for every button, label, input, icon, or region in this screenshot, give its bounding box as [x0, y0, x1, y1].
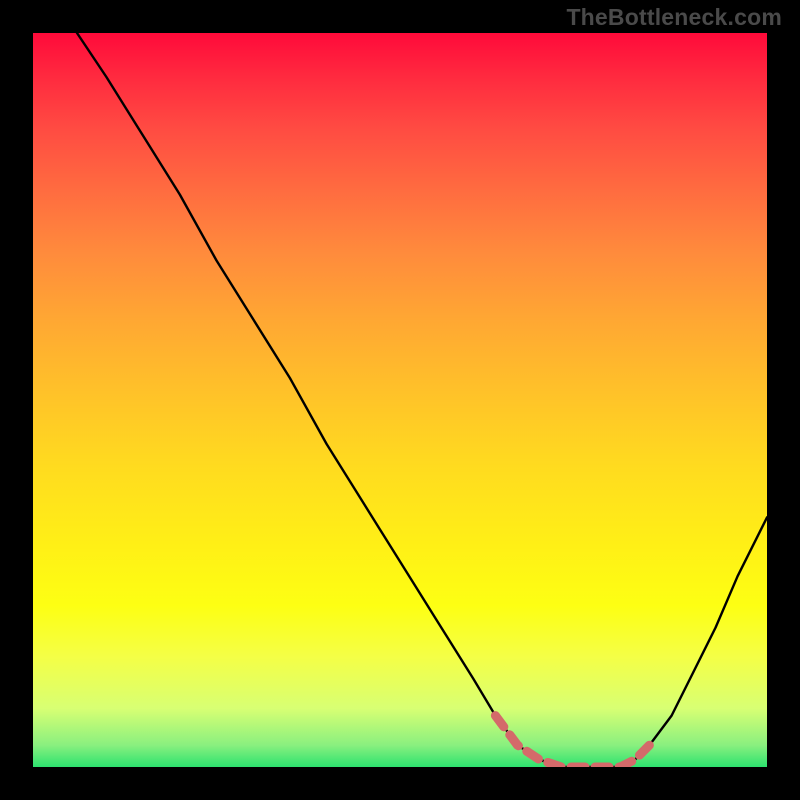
curve-line: [77, 33, 767, 767]
plot-area: [33, 33, 767, 767]
highlight-band: [495, 716, 649, 767]
watermark-text: TheBottleneck.com: [566, 4, 782, 31]
bottleneck-curve: [33, 33, 767, 767]
chart-frame: TheBottleneck.com: [0, 0, 800, 800]
